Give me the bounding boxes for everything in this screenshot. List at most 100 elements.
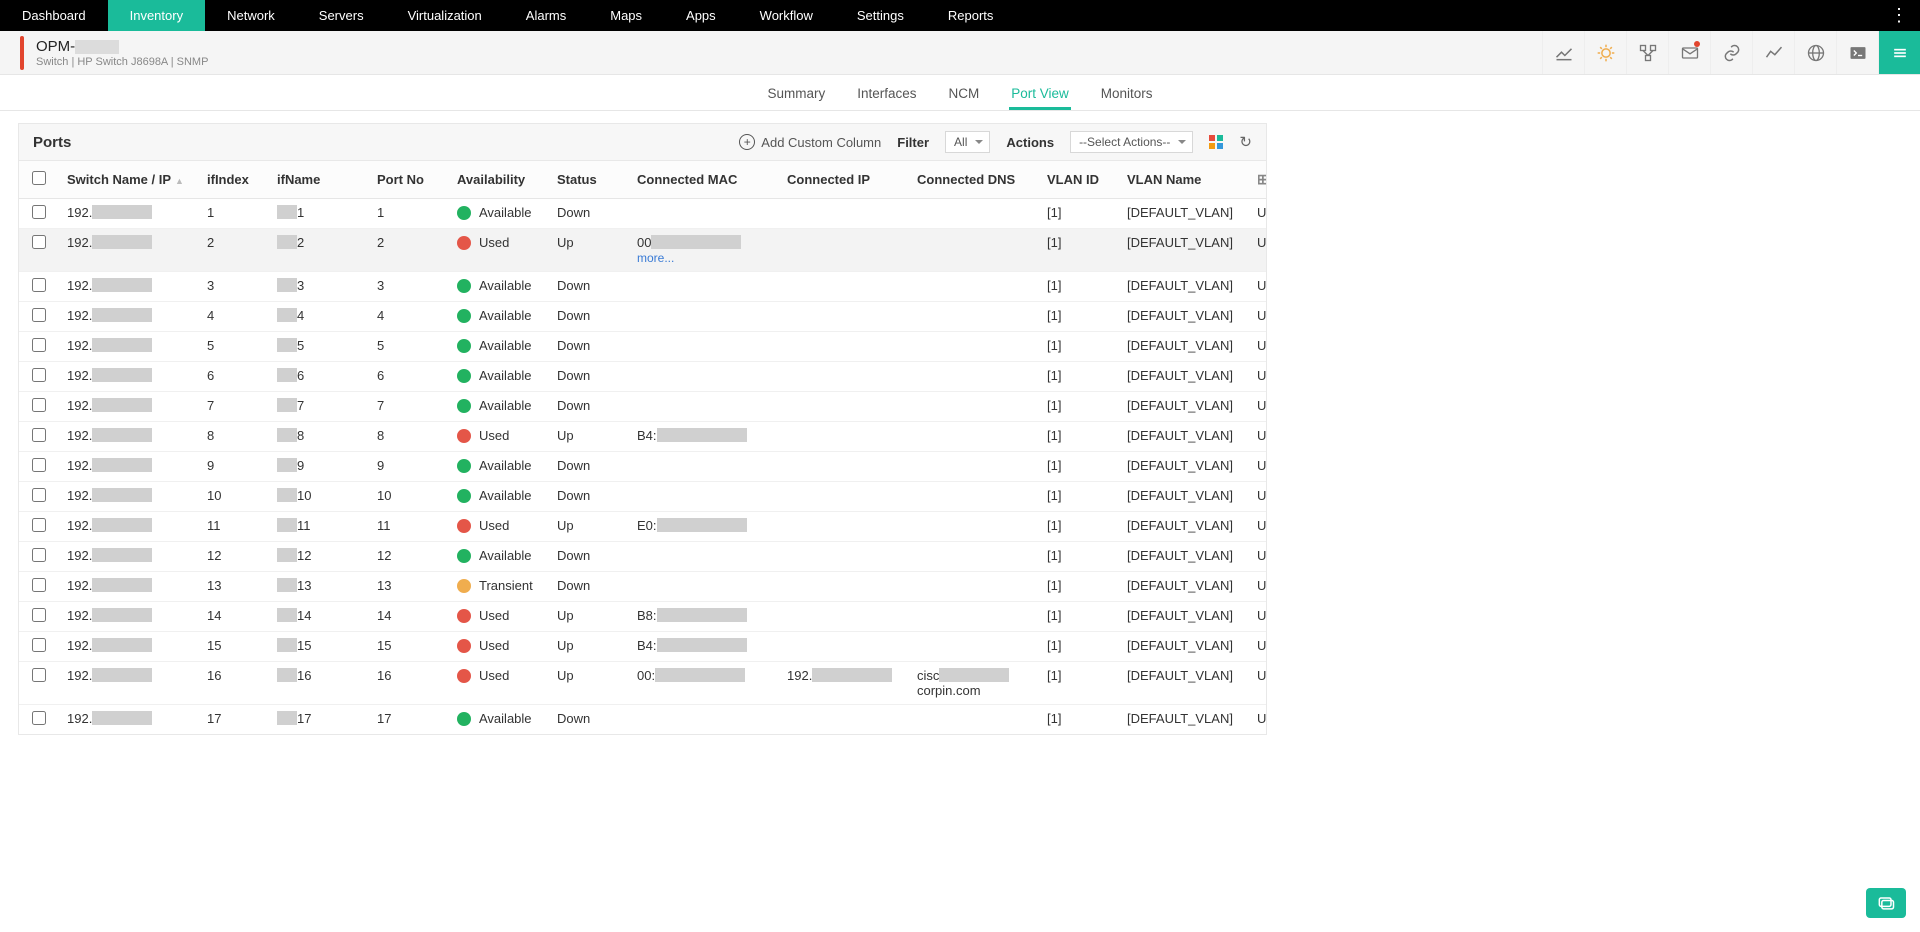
table-row[interactable]: 192.555AvailableDown[1][DEFAULT_VLAN]Up [19,332,1267,362]
filter-select[interactable]: All [945,131,990,153]
table-row[interactable]: 192.111111UsedUpE0:[1][DEFAULT_VLAN]Up [19,512,1267,542]
cell-ifname: 9 [269,452,369,482]
cell-status: Up [549,632,629,662]
col-availability[interactable]: Availability [449,161,549,199]
chat-support-icon[interactable] [1866,888,1906,918]
nav-alarms[interactable]: Alarms [504,0,588,31]
table-row[interactable]: 192.121212AvailableDown[1][DEFAULT_VLAN]… [19,542,1267,572]
row-checkbox[interactable] [32,488,46,502]
cell-status: Up [549,512,629,542]
link-icon[interactable] [1710,31,1752,74]
subtab-port-view[interactable]: Port View [1009,86,1071,110]
subtab-ncm[interactable]: NCM [947,86,982,110]
table-row[interactable]: 192.131313TransientDown[1][DEFAULT_VLAN]… [19,572,1267,602]
col-vlanid[interactable]: VLAN ID [1039,161,1119,199]
refresh-icon[interactable]: ↻ [1239,133,1252,151]
table-row[interactable]: 192.161616UsedUp00:192.cisccorpin.com[1]… [19,662,1267,705]
col-status[interactable]: Status [549,161,629,199]
row-checkbox[interactable] [32,205,46,219]
cell-status: Down [549,452,629,482]
cell-dns [909,302,1039,332]
row-checkbox[interactable] [32,638,46,652]
nav-settings[interactable]: Settings [835,0,926,31]
row-checkbox[interactable] [32,338,46,352]
row-checkbox[interactable] [32,398,46,412]
row-checkbox[interactable] [32,578,46,592]
cell-status: Down [549,302,629,332]
table-row[interactable]: 192.444AvailableDown[1][DEFAULT_VLAN]Up [19,302,1267,332]
cell-vlanid: [1] [1039,602,1119,632]
table-row[interactable]: 192.666AvailableDown[1][DEFAULT_VLAN]Up [19,362,1267,392]
graph-icon[interactable] [1752,31,1794,74]
cell-switch: 192. [59,199,199,229]
col-ip[interactable]: Connected IP [779,161,909,199]
hamburger-icon[interactable] [1878,31,1920,74]
table-row[interactable]: 192.111AvailableDown[1][DEFAULT_VLAN]Up [19,199,1267,229]
globe-icon[interactable] [1794,31,1836,74]
col-ifname[interactable]: ifName [269,161,369,199]
table-row[interactable]: 192.777AvailableDown[1][DEFAULT_VLAN]Up [19,392,1267,422]
col-switch[interactable]: Switch Name / IP▲ [59,161,199,199]
col-mac[interactable]: Connected MAC [629,161,779,199]
row-checkbox[interactable] [32,458,46,472]
nav-virtualization[interactable]: Virtualization [386,0,504,31]
cell-ifindex: 7 [199,392,269,422]
row-checkbox[interactable] [32,235,46,249]
select-all-checkbox[interactable] [32,171,46,185]
mail-icon[interactable] [1668,31,1710,74]
cell-uptime: Up [1249,602,1267,632]
table-row[interactable]: 192.222UsedUp00more...[1][DEFAULT_VLAN]U… [19,229,1267,272]
cell-port: 2 [369,229,449,272]
actions-select[interactable]: --Select Actions-- [1070,131,1193,153]
subtab-monitors[interactable]: Monitors [1099,86,1155,110]
masked-text [277,668,297,682]
cell-port: 8 [369,422,449,452]
table-row[interactable]: 192.333AvailableDown[1][DEFAULT_VLAN]Up [19,272,1267,302]
alert-icon[interactable] [1584,31,1626,74]
row-checkbox[interactable] [32,518,46,532]
table-row[interactable]: 192.151515UsedUpB4:[1][DEFAULT_VLAN]Up [19,632,1267,662]
topology-icon[interactable] [1626,31,1668,74]
sub-tabs: Summary Interfaces NCM Port View Monitors [0,75,1920,111]
table-row[interactable]: 192.888UsedUpB4:[1][DEFAULT_VLAN]Up [19,422,1267,452]
cell-availability: Available [449,362,549,392]
nav-network[interactable]: Network [205,0,297,31]
table-row[interactable]: 192.101010AvailableDown[1][DEFAULT_VLAN]… [19,482,1267,512]
add-custom-column-button[interactable]: + Add Custom Column [739,134,881,150]
table-row[interactable]: 192.141414UsedUpB8:[1][DEFAULT_VLAN]Up [19,602,1267,632]
row-checkbox[interactable] [32,428,46,442]
more-menu-icon[interactable]: ⋮ [1876,0,1920,31]
nav-servers[interactable]: Servers [297,0,386,31]
row-checkbox[interactable] [32,278,46,292]
more-link[interactable]: more... [637,251,674,265]
col-vlanname[interactable]: VLAN Name [1119,161,1249,199]
row-checkbox[interactable] [32,711,46,725]
nav-dashboard[interactable]: Dashboard [0,0,108,31]
nav-inventory[interactable]: Inventory [108,0,205,31]
cell-ifname: 10 [269,482,369,512]
col-ifindex[interactable]: ifIndex [199,161,269,199]
row-checkbox[interactable] [32,608,46,622]
grid-view-icon[interactable] [1209,135,1223,149]
nav-workflow[interactable]: Workflow [738,0,835,31]
cell-switch: 192. [59,632,199,662]
table-row[interactable]: 192.171717AvailableDown[1][DEFAULT_VLAN]… [19,705,1267,735]
table-row[interactable]: 192.999AvailableDown[1][DEFAULT_VLAN]Up [19,452,1267,482]
nav-reports[interactable]: Reports [926,0,1016,31]
col-portno[interactable]: Port No [369,161,449,199]
subtab-summary[interactable]: Summary [765,86,827,110]
masked-text [277,518,297,532]
cell-status: Down [549,482,629,512]
chart-icon[interactable] [1542,31,1584,74]
col-dns[interactable]: Connected DNS [909,161,1039,199]
cell-switch: 192. [59,452,199,482]
row-checkbox[interactable] [32,548,46,562]
subtab-interfaces[interactable]: Interfaces [855,86,918,110]
nav-maps[interactable]: Maps [588,0,664,31]
terminal-icon[interactable] [1836,31,1878,74]
row-checkbox[interactable] [32,308,46,322]
row-checkbox[interactable] [32,368,46,382]
row-checkbox[interactable] [32,668,46,682]
nav-apps[interactable]: Apps [664,0,738,31]
col-settings[interactable]: ⊞ [1249,161,1267,199]
